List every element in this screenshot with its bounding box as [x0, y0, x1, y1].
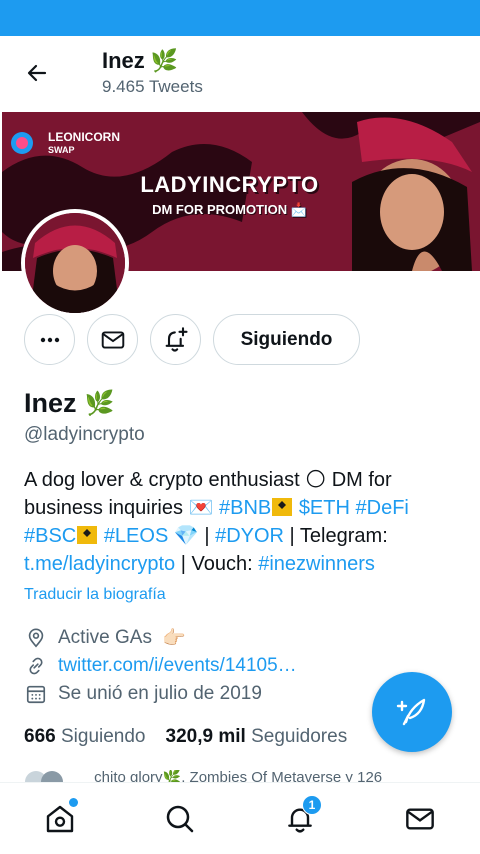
hashtag-leos[interactable]: #LEOS — [104, 525, 168, 547]
joined-text: Se unió en julio de 2019 — [58, 683, 262, 704]
header-name-emoji: 🌿 — [150, 48, 179, 73]
hashtag-defi[interactable]: #DeFi — [356, 497, 409, 519]
banner-subline-text: DM FOR PROMOTION — [152, 202, 288, 217]
bio-text: | Telegram: — [283, 525, 388, 547]
mail-icon — [101, 330, 124, 349]
home-icon — [46, 805, 74, 833]
profile-action-row: Siguiendo — [0, 314, 480, 366]
profile-name-emoji: 🌿 — [84, 390, 115, 417]
cashtag-eth[interactable]: $ETH — [299, 497, 350, 519]
moon-emoji: 🌕 — [305, 469, 327, 491]
notifications-badge: 1 — [302, 795, 322, 815]
profile-header: Inez 🌿 9.465 Tweets — [0, 36, 480, 110]
profile-name-text: Inez — [24, 388, 77, 418]
website-link[interactable]: twitter.com/i/events/14105… — [58, 655, 297, 677]
bnb-icon — [271, 497, 293, 517]
tweet-count: 9.465 Tweets — [102, 77, 203, 96]
followers-stat[interactable]: 320,9 mil Seguidores — [166, 726, 348, 748]
banner-headline: LADYINCRYPTO — [140, 172, 319, 197]
love-letter-emoji: 💌 — [188, 497, 214, 519]
home-new-dot — [69, 798, 78, 807]
hashtag-bsc[interactable]: #BSC — [24, 525, 76, 547]
more-icon — [40, 337, 59, 342]
status-bar — [0, 0, 480, 36]
telegram-link[interactable]: t.me/ladyincrypto — [24, 553, 175, 575]
pointing-emoji: 👉🏻 — [161, 628, 186, 649]
followed-by-text: chito glory🌿, Zombies Of Metaverse y 126 — [94, 770, 383, 782]
hashtag-dyor[interactable]: #DYOR — [215, 525, 284, 547]
profile-name: Inez 🌿 — [24, 388, 114, 419]
following-count: 666 — [24, 726, 56, 747]
bottom-navigation: 1 — [0, 782, 480, 854]
bio-text: | Vouch: — [175, 553, 259, 575]
hashtag-inezwinners[interactable]: #inezwinners — [258, 553, 375, 575]
envelope-icon: 📩 — [290, 202, 307, 217]
bnb-icon — [76, 525, 98, 545]
nav-search[interactable] — [162, 801, 198, 837]
joined-row: Se unió en julio de 2019 — [24, 682, 262, 706]
location-text: Active GAs — [58, 627, 152, 648]
header-name-text: Inez — [102, 48, 145, 73]
notify-button[interactable] — [150, 314, 201, 365]
following-stat[interactable]: 666 Siguiendo — [24, 726, 146, 748]
back-button[interactable] — [22, 58, 52, 88]
compose-tweet-button[interactable] — [372, 672, 452, 752]
link-icon — [24, 654, 48, 678]
banner-brand-line1: LEONICORN — [48, 130, 120, 144]
following-button[interactable]: Siguiendo — [213, 314, 360, 365]
banner-brand-line2: SWAP — [48, 145, 75, 155]
location-row: Active GAs 👉🏻 — [24, 626, 186, 650]
following-label: Siguiendo — [60, 726, 146, 747]
bell-plus-icon — [165, 326, 188, 352]
header-title: Inez 🌿 — [102, 48, 178, 74]
hashtag-bnb[interactable]: #BNB — [219, 497, 271, 519]
follow-stats: 666 Siguiendo 320,9 mil Seguidores — [24, 726, 347, 748]
followers-label: Seguidores — [251, 726, 348, 747]
nav-notifications[interactable]: 1 — [282, 795, 322, 837]
profile-bio: A dog lover & crypto enthusiast 🌕 DM for… — [24, 466, 464, 578]
profile-handle: @ladyincrypto — [24, 424, 145, 445]
arrow-left-icon — [27, 64, 47, 82]
bio-text: A dog lover & crypto enthusiast — [24, 469, 306, 491]
compose-tweet-icon — [396, 698, 426, 726]
followed-by-row[interactable]: chito glory🌿, Zombies Of Metaverse y 126 — [24, 770, 474, 782]
location-pin-icon — [24, 626, 48, 650]
search-icon — [166, 805, 194, 833]
nav-messages[interactable] — [402, 801, 438, 837]
followers-count: 320,9 mil — [165, 726, 246, 747]
avatar[interactable] — [21, 209, 129, 317]
website-row: twitter.com/i/events/14105… — [24, 654, 297, 678]
messages-icon — [406, 808, 434, 830]
nav-home[interactable] — [42, 798, 78, 837]
follower-avatars — [24, 770, 74, 782]
message-button[interactable] — [87, 314, 138, 365]
calendar-icon — [24, 682, 48, 706]
banner-brand: LEONICORN SWAP — [48, 131, 120, 157]
gem-emoji: 💎 — [173, 525, 199, 547]
more-button[interactable] — [24, 314, 75, 365]
bio-text: | — [198, 525, 216, 547]
translate-bio-link[interactable]: Traducir la biografía — [24, 586, 166, 604]
banner-subline: DM FOR PROMOTION 📩 — [132, 202, 327, 218]
